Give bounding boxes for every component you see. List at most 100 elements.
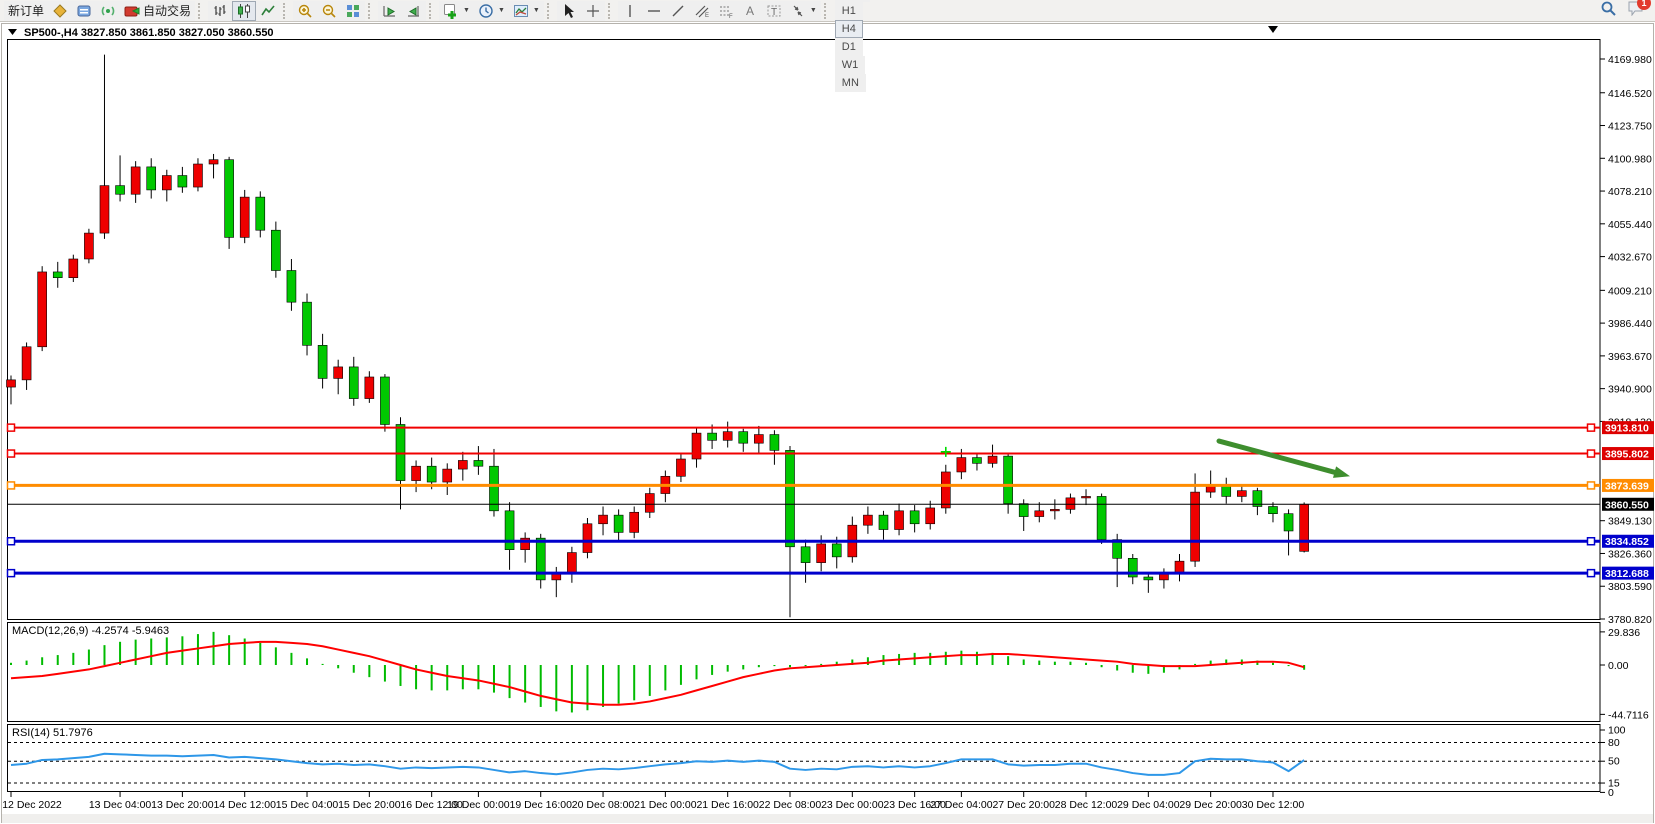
chevron-down-icon: ▼	[463, 7, 470, 14]
vertical-line-icon[interactable]	[618, 1, 642, 21]
svg-text:A: A	[746, 4, 754, 18]
toolbar-grip	[824, 3, 831, 19]
text-icon[interactable]: A	[738, 1, 762, 21]
svg-text:3812.688: 3812.688	[1605, 568, 1649, 580]
line-handle[interactable]	[8, 424, 15, 431]
bar-chart-icon[interactable]	[208, 1, 232, 21]
trendline-icon[interactable]	[666, 1, 690, 21]
line-handle[interactable]	[1588, 450, 1595, 457]
timeframe-w1[interactable]: W1	[835, 56, 866, 74]
timeframe-h1[interactable]: H1	[835, 2, 863, 20]
candle	[38, 266, 47, 351]
fibonacci-icon[interactable]: F	[714, 1, 738, 21]
time-tick-label: 23 Dec 00:00	[821, 799, 884, 811]
time-tick-label: 27 Dec 04:00	[930, 799, 993, 811]
candle	[84, 229, 93, 264]
search-icon[interactable]	[1600, 0, 1617, 22]
zoom-in-icon[interactable]	[293, 1, 317, 21]
templates-icon[interactable]: ▼	[509, 1, 544, 21]
price-tick-label: 3780.820	[1608, 614, 1652, 626]
data-window-icon[interactable]	[72, 1, 96, 21]
toolbar-grip	[547, 3, 554, 19]
timeframe-h4[interactable]: H4	[835, 20, 863, 38]
time-tick-label: 20 Dec 08:00	[572, 799, 635, 811]
candle	[225, 157, 234, 249]
horizontal-line-icon[interactable]	[642, 1, 666, 21]
line-handle[interactable]	[1588, 482, 1595, 489]
svg-text:E: E	[705, 13, 709, 19]
rsi-pane[interactable]	[8, 725, 1601, 792]
svg-text:3873.639: 3873.639	[1605, 480, 1649, 492]
signals-icon[interactable]	[96, 1, 120, 21]
price-tick-label: 4055.440	[1608, 219, 1652, 231]
time-tick-label: 22 Dec 08:00	[759, 799, 822, 811]
timeframe-d1[interactable]: D1	[835, 38, 863, 56]
new-order-button[interactable]: 新订单	[4, 1, 48, 21]
time-tick-label: 19 Dec 00:00	[447, 799, 510, 811]
window-bottom-strip	[2, 814, 1653, 823]
time-tick-label: 13 Dec 04:00	[89, 799, 152, 811]
timeframe-buttons: M1M5M15M30H1H4D1W1MN	[834, 0, 871, 92]
candle	[941, 465, 950, 514]
svg-text:3834.852: 3834.852	[1605, 536, 1649, 548]
toolbar-grip	[198, 3, 205, 19]
line-handle[interactable]	[8, 482, 15, 489]
tile-windows-icon[interactable]	[341, 1, 365, 21]
candle	[256, 191, 265, 237]
macd-pane[interactable]	[8, 623, 1601, 722]
time-tick-label: 28 Dec 12:00	[1055, 799, 1118, 811]
auto-scroll-icon[interactable]	[378, 1, 402, 21]
svg-text:3860.550: 3860.550	[1605, 499, 1649, 511]
macd-label: MACD(12,26,9) -4.2574 -5.9463	[12, 625, 169, 637]
crosshair-icon[interactable]	[581, 1, 605, 21]
line-handle[interactable]	[8, 570, 15, 577]
price-level-badge: 3812.688	[1602, 567, 1654, 581]
indicators-add-icon[interactable]: ▼	[439, 1, 474, 21]
candle	[380, 374, 389, 432]
time-tick-label: 19 Dec 16:00	[509, 799, 572, 811]
macd-axis-label: -44.7116	[1608, 709, 1649, 721]
chat-icon[interactable]: 1	[1627, 0, 1645, 21]
chart-shift-icon[interactable]	[402, 1, 426, 21]
time-tick-label: 14 Dec 12:00	[213, 799, 276, 811]
candlestick-chart-icon[interactable]	[232, 1, 256, 21]
line-handle[interactable]	[1588, 424, 1595, 431]
autotrading-button[interactable]: 自动交易	[120, 1, 195, 21]
toolbar-grip	[429, 3, 436, 19]
market-watch-icon[interactable]	[48, 1, 72, 21]
main-toolbar: 新订单 自动交易	[0, 0, 1655, 22]
time-tick-label: 21 Dec 00:00	[634, 799, 697, 811]
time-tick-label: 21 Dec 16:00	[696, 799, 759, 811]
line-handle[interactable]	[8, 450, 15, 457]
trading-terminal-window: 新订单 自动交易	[0, 0, 1655, 824]
timeframe-mn[interactable]: MN	[835, 74, 866, 92]
price-level-badge: 3913.810	[1602, 421, 1654, 435]
chevron-down-icon: ▼	[810, 7, 817, 14]
price-tick-label: 4009.210	[1608, 285, 1652, 297]
price-pane[interactable]	[8, 40, 1601, 620]
candle	[1300, 502, 1309, 552]
line-handle[interactable]	[1588, 538, 1595, 545]
rsi-axis-label: 50	[1608, 756, 1620, 768]
chevron-down-icon: ▼	[533, 7, 540, 14]
price-tick-label: 3803.590	[1608, 581, 1652, 593]
macd-axis-label: 0.00	[1608, 660, 1629, 672]
price-level-badge: 3873.639	[1602, 479, 1654, 493]
toolbar-grip	[608, 3, 615, 19]
line-handle[interactable]	[8, 538, 15, 545]
time-tick-label: 30 Dec 12:00	[1242, 799, 1305, 811]
arrows-shapes-icon[interactable]: ▼	[786, 1, 821, 21]
chart-canvas[interactable]: SP500-,H4 3827.850 3861.850 3827.050 386…	[0, 0, 1655, 824]
candle	[240, 190, 249, 243]
equidistant-channel-icon[interactable]: E	[690, 1, 714, 21]
time-tick-label: 13 Dec 20:00	[151, 799, 214, 811]
zoom-out-icon[interactable]	[317, 1, 341, 21]
periods-clock-icon[interactable]: ▼	[474, 1, 509, 21]
line-chart-icon[interactable]	[256, 1, 280, 21]
text-label-icon[interactable]: T	[762, 1, 786, 21]
price-tick-label: 3963.670	[1608, 351, 1652, 363]
price-tick-label: 4100.980	[1608, 153, 1652, 165]
cursor-icon[interactable]	[557, 1, 581, 21]
rsi-axis-label: 0	[1608, 787, 1614, 799]
line-handle[interactable]	[1588, 570, 1595, 577]
